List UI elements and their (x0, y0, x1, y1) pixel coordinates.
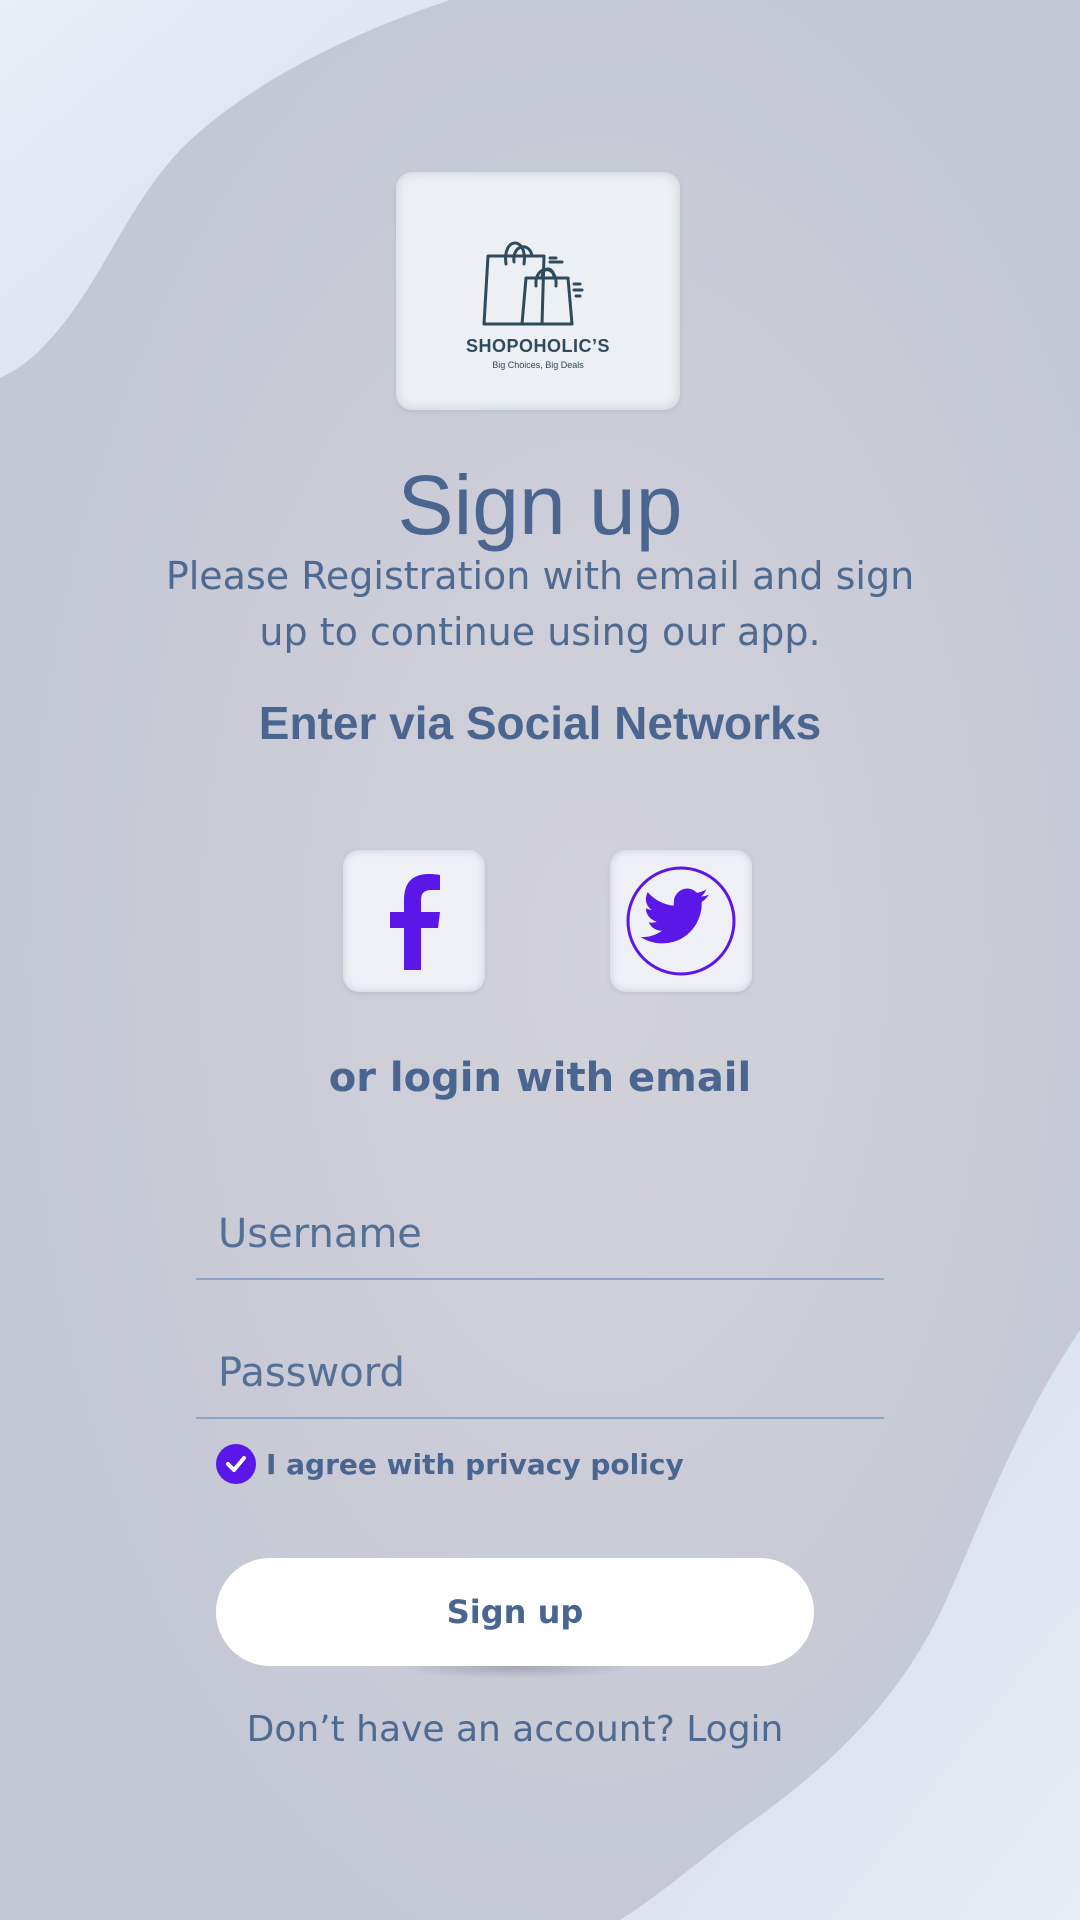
agree-checkbox[interactable] (216, 1444, 256, 1484)
twitter-icon (626, 866, 736, 976)
facebook-button[interactable] (343, 850, 485, 992)
signup-button[interactable]: Sign up (216, 1558, 814, 1666)
agree-label: I agree with privacy policy (266, 1447, 684, 1481)
page-subtitle: Please Registration with email and sign … (165, 554, 915, 654)
password-field (196, 1337, 884, 1419)
social-networks-heading: Enter via Social Networks (258, 697, 822, 749)
footer-login-prompt: Don’t have an account? Login (0, 1705, 1030, 1755)
email-section-heading: or login with email (328, 1055, 752, 1101)
page-title: Sign up (397, 458, 683, 552)
username-field (196, 1198, 884, 1280)
brand-tagline: Big Choices, Big Deals (492, 360, 584, 370)
shopping-bags-icon (482, 241, 584, 326)
brand-name: SHOPOHOLIC’S (465, 336, 610, 356)
login-link[interactable]: Login (686, 1709, 783, 1750)
footer-prompt-text: Don’t have an account? (246, 1709, 675, 1750)
twitter-button[interactable] (610, 850, 752, 992)
facebook-icon (390, 874, 440, 970)
username-input[interactable] (216, 1198, 860, 1270)
password-input[interactable] (216, 1337, 860, 1409)
checkmark-icon (226, 1456, 246, 1472)
brand-logo: SHOPOHOLIC’S Big Choices, Big Deals (396, 172, 680, 410)
privacy-agreement[interactable]: I agree with privacy policy (216, 1443, 684, 1485)
